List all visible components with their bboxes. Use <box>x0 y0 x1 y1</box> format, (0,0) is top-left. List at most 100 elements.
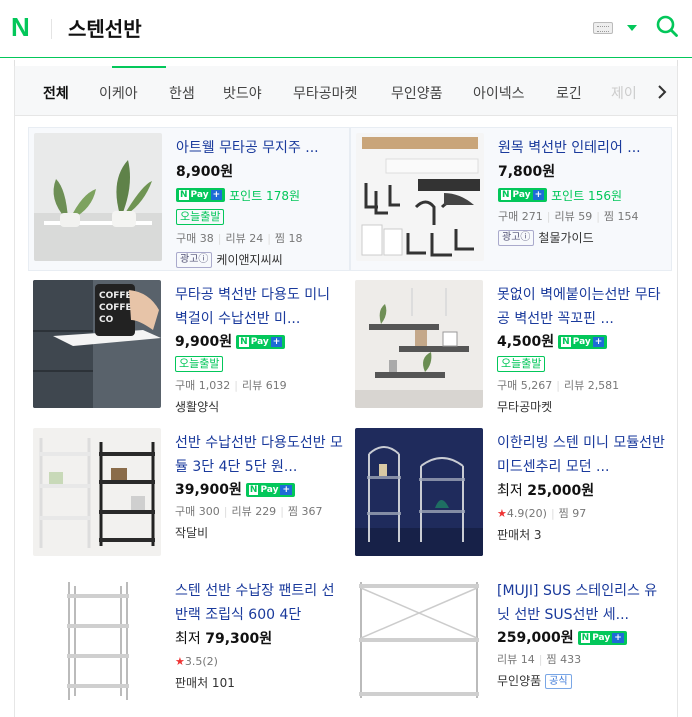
seller-name[interactable]: 무타공마켓 <box>497 398 552 416</box>
price-row: 259,000원 N Pay + <box>497 628 669 648</box>
product-thumbnail[interactable] <box>34 133 162 261</box>
search-header: N 스텐선반 <box>0 0 692 58</box>
npay-badge: N Pay + <box>245 483 296 497</box>
price-row: 39,900원 N Pay + <box>175 480 347 500</box>
product-meta: 구매 5,267 | 리뷰 2,581 <box>497 379 620 392</box>
seller-row: 무타공마켓 <box>497 398 669 416</box>
star-icon: ★ <box>497 507 507 520</box>
search-query[interactable]: 스텐선반 <box>68 13 142 42</box>
product-card[interactable]: 아트웰 무타공 무지주 ... 8,900원 N Pay + 포인트 178원 오늘… <box>28 127 350 271</box>
product-thumbnail[interactable] <box>355 428 483 556</box>
tab-ainex[interactable]: 아이넥스 <box>473 83 525 103</box>
chevron-right-icon[interactable] <box>652 82 672 102</box>
rating: 4.9(20) <box>506 507 547 520</box>
product-price: 4,500원 <box>497 334 555 350</box>
mall-filter-tabs: 전체 이케아 한샘 밧드야 무타공마켓 무인양품 아이넥스 로긴 제이 <box>14 66 678 116</box>
npay-badge: N Pay + <box>498 188 548 202</box>
product-price: 최저 25,000원 <box>497 483 595 499</box>
seller-name[interactable]: 케이앤지씨씨 <box>216 251 282 269</box>
pay-row: N Pay + 포인트 178원 <box>176 185 348 205</box>
product-title[interactable]: 못없이 벽에붙이는선반 무타공 벽선반 꼭꼬핀 ... <box>497 283 669 331</box>
product-thumbnail[interactable] <box>355 576 483 704</box>
seller-name[interactable]: 작달비 <box>175 524 208 542</box>
ad-badge[interactable]: 광고ⓘ <box>176 252 213 268</box>
npay-badge: N Pay + <box>577 631 627 645</box>
product-price: 8,900원 <box>176 164 234 180</box>
tab-jei[interactable]: 제이 <box>611 83 637 103</box>
today-row: 오늘출발 <box>175 354 347 374</box>
product-meta: 구매 1,032 | 리뷰 619 <box>175 379 287 392</box>
seller-row: 생활양식 <box>175 398 347 416</box>
today-shipping-badge: 오늘출발 <box>497 356 546 372</box>
point-text: 포인트 156원 <box>551 188 623 203</box>
header-divider <box>51 19 52 39</box>
npay-badge: N Pay + <box>176 188 226 202</box>
seller-count[interactable]: 판매처 3 <box>497 526 542 544</box>
product-meta: 리뷰 14 | 찜 433 <box>497 653 582 666</box>
product-card[interactable]: 원목 벽선반 인테리어 ... 7,800원 N Pay + 포인트 156원 구매… <box>350 127 672 271</box>
product-thumbnail[interactable]: COFFE COFFE CO <box>33 280 161 408</box>
product-meta: 구매 300 | 리뷰 229 | 찜 367 <box>175 505 323 518</box>
product-card[interactable]: [MUJI] SUS 스테인리스 유닛 선반 SUS선반 세... 259,00… <box>350 571 672 715</box>
keyboard-icon[interactable] <box>593 22 613 34</box>
npay-badge: N Pay + <box>558 335 608 349</box>
product-card[interactable]: 선반 수납선반 다용도선반 모듈 3단 4단 5단 원... 39,900원 N… <box>28 423 350 567</box>
product-thumbnail[interactable] <box>356 133 484 261</box>
product-title[interactable]: 이한리빙 스텐 미니 모듈선반 미드센추리 모던 ... <box>497 431 669 479</box>
naver-logo[interactable]: N <box>11 14 30 40</box>
product-card[interactable]: 못없이 벽에붙이는선반 무타공 벽선반 꼭꼬핀 ... 4,500원 N Pay +… <box>350 275 672 419</box>
seller-name[interactable]: 생활양식 <box>175 398 219 416</box>
seller-count[interactable]: 판매처 101 <box>175 674 235 692</box>
product-card[interactable]: 이한리빙 스텐 미니 모듈선반 미드센추리 모던 ... 최저 25,000원 … <box>350 423 672 567</box>
product-thumbnail[interactable] <box>33 428 161 556</box>
today-row: 오늘출발 <box>497 354 669 374</box>
product-thumbnail[interactable] <box>355 280 483 408</box>
rating: 3.5(2) <box>184 655 218 668</box>
product-card[interactable]: COFFE COFFE CO 무타공 벽선반 다용도 미니 벽걸이 수납선반 미… <box>28 275 350 419</box>
product-meta: 구매 38 | 리뷰 24 | 찜 18 <box>176 232 303 245</box>
svg-text:CO: CO <box>99 315 114 325</box>
seller-row: 광고ⓘ 케이앤지씨씨 <box>176 251 348 269</box>
product-card[interactable]: 스텐 선반 수납장 팬트리 선반랙 조립식 600 4단 최저 79,300원 … <box>28 571 350 715</box>
product-thumbnail[interactable] <box>33 576 161 704</box>
point-text: 포인트 178원 <box>229 188 301 203</box>
star-icon: ★ <box>175 655 185 668</box>
seller-name[interactable]: 무인양품 <box>497 672 541 690</box>
svg-text:COFFE: COFFE <box>99 291 132 301</box>
product-title[interactable]: 선반 수납선반 다용도선반 모듈 3단 4단 5단 원... <box>175 431 347 479</box>
product-price: 9,900원 <box>175 334 233 350</box>
product-meta: ★3.5(2) <box>175 653 347 671</box>
seller-row: 판매처 3 <box>497 526 669 544</box>
official-badge: 공식 <box>545 673 572 689</box>
product-meta: ★4.9(20) | 찜 97 <box>497 507 587 520</box>
tab-batdeuya[interactable]: 밧드야 <box>223 83 262 103</box>
product-list: 아트웰 무타공 무지주 ... 8,900원 N Pay + 포인트 178원 오늘… <box>14 116 678 717</box>
product-title[interactable]: 스텐 선반 수납장 팬트리 선반랙 조립식 600 4단 <box>175 579 347 627</box>
search-icon[interactable] <box>656 15 678 37</box>
product-title[interactable]: 아트웰 무타공 무지주 ... <box>176 136 348 160</box>
product-meta: 구매 271 | 리뷰 59 | 찜 154 <box>498 210 639 223</box>
price-row: 9,900원 N Pay + <box>175 332 347 352</box>
tab-all[interactable]: 전체 <box>43 83 69 103</box>
product-price: 최저 79,300원 <box>175 631 273 647</box>
chevron-down-icon[interactable] <box>627 25 637 31</box>
seller-row: 광고ⓘ 철물가이드 <box>498 229 670 247</box>
tab-hanssem[interactable]: 한샘 <box>169 83 195 103</box>
product-price: 259,000원 <box>497 630 574 646</box>
product-title[interactable]: 원목 벽선반 인테리어 ... <box>498 136 670 160</box>
seller-name[interactable]: 철물가이드 <box>538 229 593 247</box>
tab-ikea[interactable]: 이케아 <box>99 83 138 103</box>
ad-badge[interactable]: 광고ⓘ <box>498 230 535 246</box>
today-shipping-badge: 오늘출발 <box>176 209 225 225</box>
seller-row: 무인양품 공식 <box>497 672 669 690</box>
tab-indicator <box>112 66 166 68</box>
tab-mutagong-market[interactable]: 무타공마켓 <box>293 83 357 103</box>
product-title[interactable]: 무타공 벽선반 다용도 미니 벽걸이 수납선반 미... <box>175 283 347 331</box>
today-shipping-badge: 오늘출발 <box>175 356 224 372</box>
product-price: 39,900원 <box>175 482 242 498</box>
product-title[interactable]: [MUJI] SUS 스테인리스 유닛 선반 SUS선반 세... <box>497 579 669 627</box>
tab-muji[interactable]: 무인양품 <box>391 83 443 103</box>
tab-login[interactable]: 로긴 <box>556 83 582 103</box>
product-price: 7,800원 <box>498 164 556 180</box>
seller-row: 작달비 <box>175 524 347 542</box>
